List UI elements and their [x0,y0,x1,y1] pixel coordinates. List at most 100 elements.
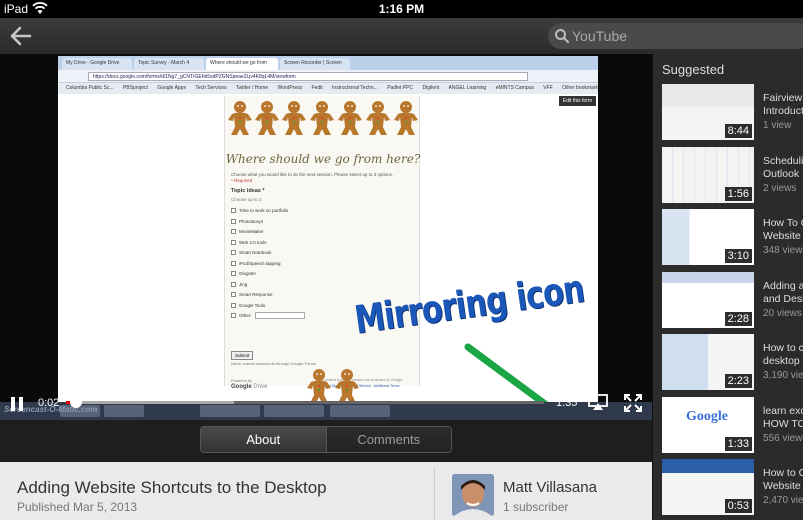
video-thumbnail[interactable]: 2:23 [662,334,754,390]
suggested-video-item[interactable]: 8:44 Fairview SIntroducti 1 view [653,84,803,146]
checkbox-icon [231,271,236,276]
video-thumbnail[interactable]: 2:28 [662,271,754,328]
browser-tab: Topic Survey - March 4 [134,58,204,70]
checkbox-icon [231,260,236,266]
suggested-heading: Suggested [662,62,725,77]
video-thumbnail[interactable]: 0:53 [662,459,754,515]
progress-handle[interactable] [70,396,83,408]
video-player[interactable]: My Drive - Google Drive Topic Survey - M… [0,54,652,420]
checkbox-icon [231,208,236,213]
form-description: Choose what you would like to do the nex… [231,172,394,177]
form-option: MovieMaker [231,227,305,238]
suggested-video-title[interactable]: Adding a and Desk [763,280,803,306]
checkbox-icon [231,218,236,224]
suggested-video-views: 348 views [763,245,803,256]
bookmark: Padlet PPC [387,85,414,91]
video-duration-badge: 1:33 [724,436,752,451]
suggested-video-item[interactable]: 2:28 Adding a and Desk 20 views [653,271,803,334]
gingerbread-icon [393,100,419,136]
checkbox-icon [231,313,236,318]
checkbox-icon [231,292,236,297]
video-duration-badge: 0:53 [724,499,752,513]
avatar-image [452,474,494,516]
suggested-video-title[interactable]: Fairview SIntroducti [763,92,803,118]
suggested-video-item[interactable]: 2:23 How to cdesktop s 3,190 views [653,334,803,396]
suggested-video-title[interactable]: How to cdesktop s [763,342,803,368]
title-line: and Desk [763,292,803,305]
video-thumbnail[interactable]: 1:56 [662,146,754,203]
bookmark: ANGEL Learning [448,85,487,91]
tab-comments[interactable]: Comments [325,427,451,452]
suggested-video-title[interactable]: How to CWebsite S [763,467,803,493]
other-text-box [254,312,305,319]
checkbox-icon [231,229,236,234]
segmented-control: About Comments [200,426,452,453]
video-title: Adding Website Shortcuts to the Desktop [17,478,327,497]
youtube-ipad-app: iPad 1:16 PM YouTube My Drive - Google D… [0,0,803,520]
duration: 1:35 [556,397,578,409]
bookmark: Google Apps [157,85,186,91]
gingerbread-banner [225,100,421,140]
browser-tab: My Drive - Google Drive [62,58,132,70]
airplay-icon[interactable] [588,394,608,411]
search-placeholder: YouTube [572,28,628,44]
title-line: Scheduling [763,154,803,167]
suggested-video-views: 556 views [763,432,803,444]
suggested-video-item[interactable]: 0:53 How to CWebsite S 2,470 views [653,459,803,520]
suggested-video-views: 2,470 views [763,495,803,506]
suggested-video-item[interactable]: Google1:33learn excHOW TO556 views [653,396,803,459]
suggested-video-item[interactable]: 1:56 SchedulingOutlook2 views [653,146,803,209]
google-form-page: Where should we go from here? Choose wha… [224,96,421,390]
bookmark: Fedit [311,85,323,91]
form-options-list: Time to work on portfolio Photostory3 Mo… [231,206,305,322]
suggested-video-title[interactable]: How To CWebsite S [763,217,803,243]
thumbnail-google-logo: Google [686,408,728,424]
title-line: learn exc [763,404,803,417]
video-info-panel: Adding Website Shortcuts to the Desktop … [0,462,652,520]
search-field[interactable]: YouTube [548,23,803,49]
bookmark: eMINTS Campus [495,85,534,91]
bookmark: Digilent [422,85,440,91]
video-duration-badge: 8:44 [724,124,752,138]
suggested-video-title[interactable]: learn exc HOW TO [763,405,803,431]
channel-avatar[interactable] [452,474,494,516]
video-thumbnail[interactable]: 8:44 [662,84,754,140]
progress-track[interactable] [66,401,544,404]
title-line: How To C [763,217,803,229]
video-thumbnail[interactable]: 3:10 [662,209,754,265]
title-line: HOW TO [763,417,803,430]
form-title: Where should we go from here? [225,152,421,166]
video-thumbnail[interactable]: Google 1:33 [662,396,754,453]
gingerbread-icon [365,100,391,136]
channel-name[interactable]: Matt Villasana [503,479,597,496]
suggested-video-title[interactable]: SchedulingOutlook [763,155,803,181]
form-option: Photostory3 [231,217,305,228]
edit-form-button: Edit this form [558,96,596,106]
checkbox-icon [231,281,236,287]
suggested-video-views: 2 views [763,182,797,194]
suggested-video-views: 3,190 views [763,370,803,381]
pause-icon[interactable] [10,396,24,412]
gingerbread-icon [281,100,307,136]
status-time: 1:16 PM [378,2,425,16]
suggested-video-views: 1 view [763,120,792,131]
fullscreen-icon[interactable] [624,394,642,412]
bookmark: PBSproject [122,85,148,91]
bookmark: VFF [543,85,553,91]
title-line: How to c [763,342,803,354]
suggested-video-item[interactable]: 3:10 How To CWebsite S 348 views [653,209,803,271]
browser-bookmarks-bar: Columbia Public Sc... PBSproject Google … [58,83,598,94]
gingerbread-icon [227,100,253,136]
back-arrow-icon[interactable] [8,24,34,48]
title-line: Fairview S [763,92,803,104]
form-required-note: * Required [231,178,253,183]
detail-tabs-bar: About Comments [0,420,652,462]
player-controls: 0:02 1:35 [0,382,652,420]
suggested-video-views: 20 views [763,307,802,319]
tab-about[interactable]: About [201,427,326,452]
form-option: Web 2.0 tools [231,238,305,249]
checkbox-icon [231,239,236,245]
gingerbread-icon [309,100,335,136]
title-line: desktop s [763,355,803,367]
title-line: Adding a [763,279,803,292]
